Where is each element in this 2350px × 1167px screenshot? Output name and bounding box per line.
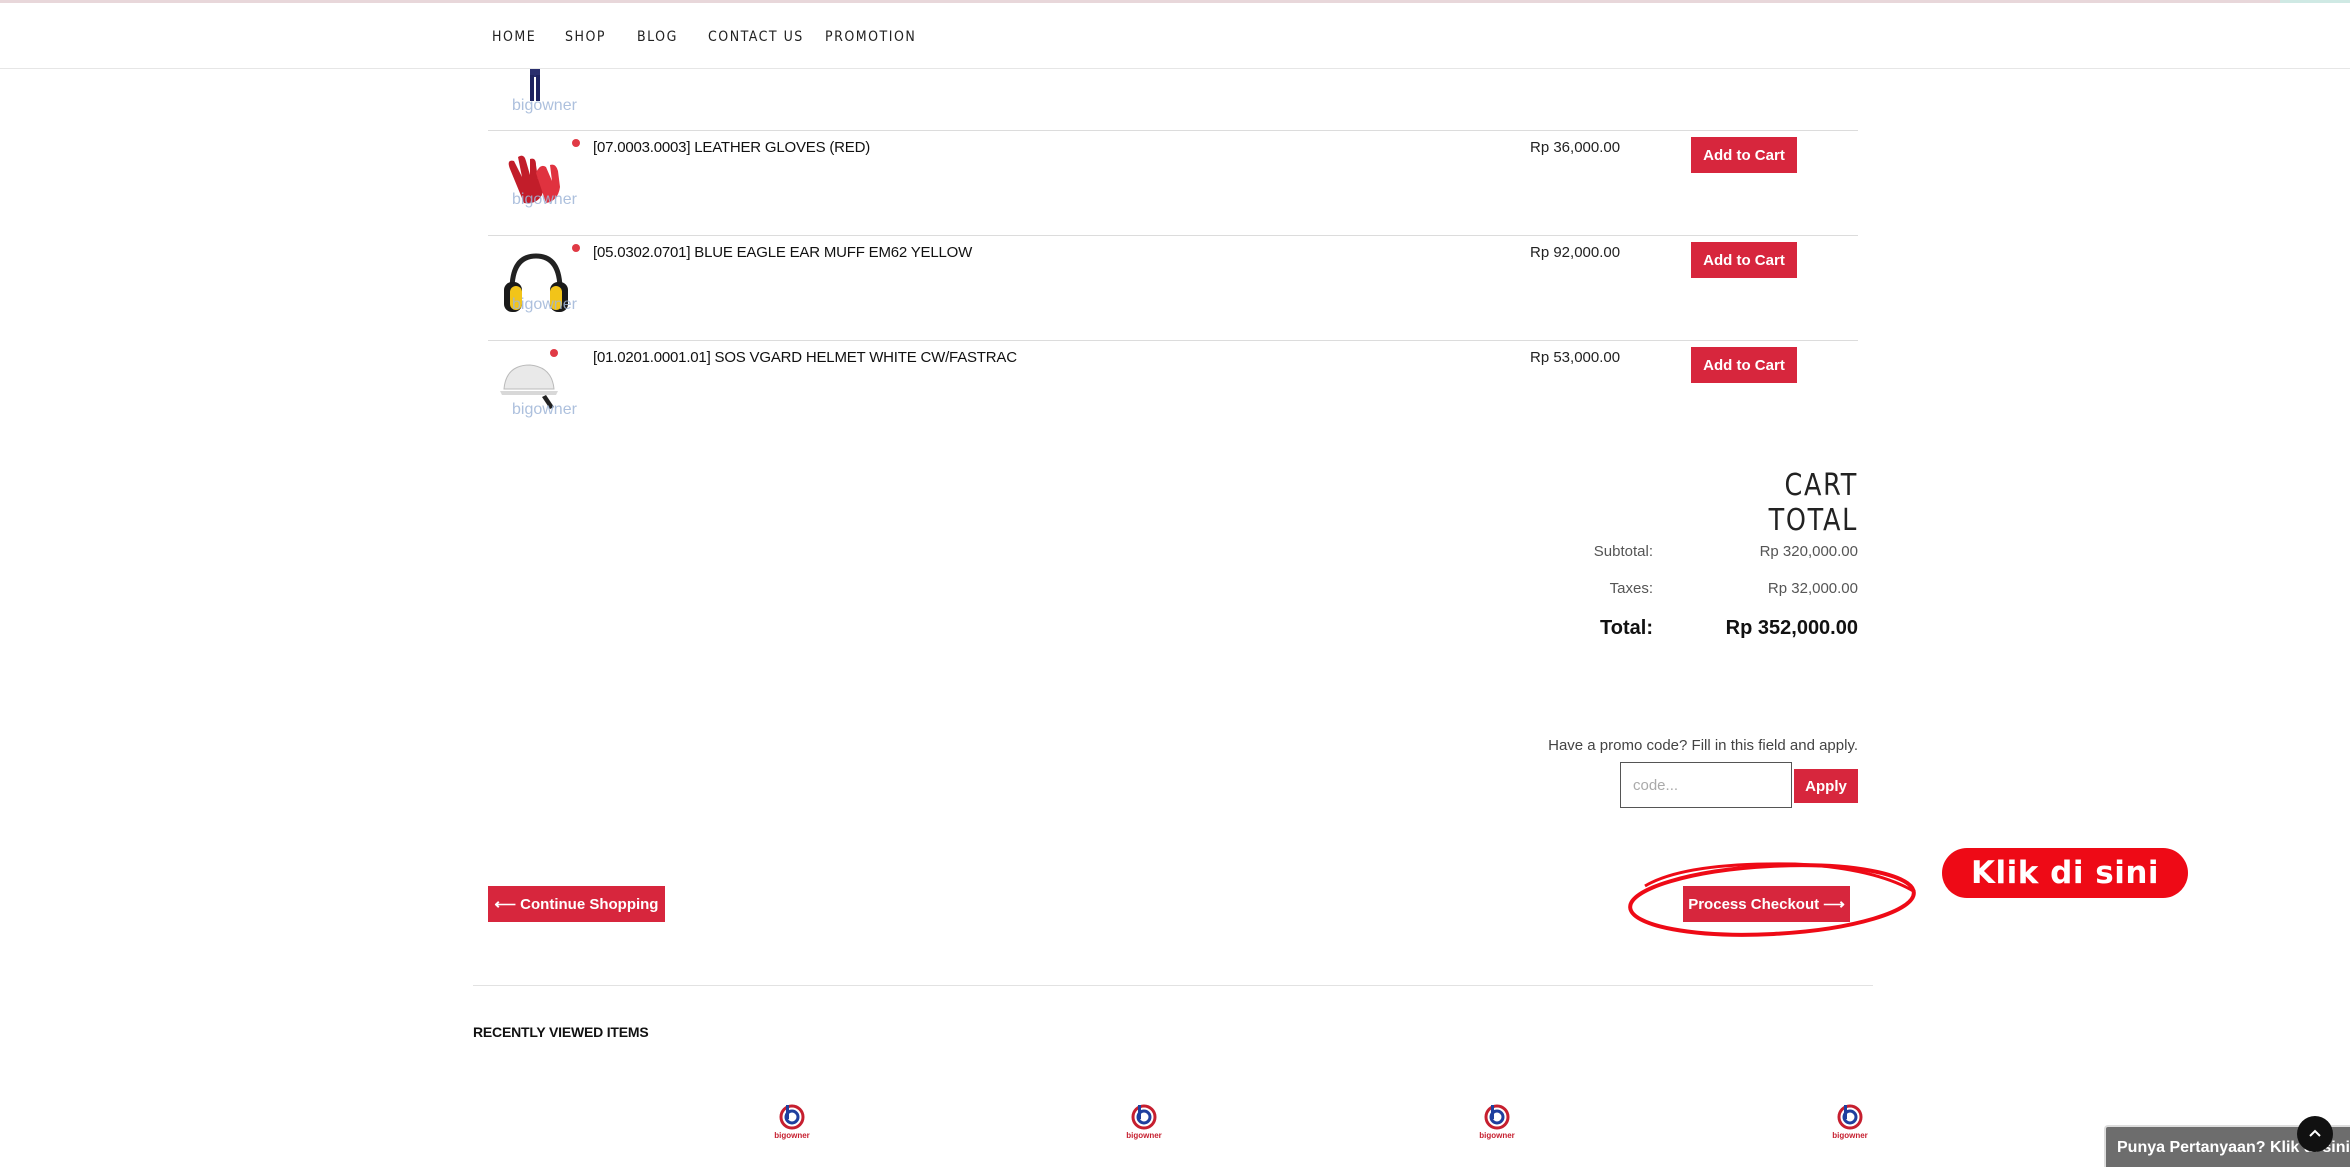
recent-item-logo[interactable]: bigowner xyxy=(1830,1103,1870,1143)
product-name[interactable]: [01.0201.0001.01] SOS VGARD HELMET WHITE… xyxy=(593,349,1017,366)
watermark-text: bigowner xyxy=(512,401,577,418)
nav-contact-us[interactable]: CONTACT US xyxy=(708,29,804,45)
ear-muff-image: bigowner xyxy=(496,244,577,330)
chevron-up-icon xyxy=(2309,1129,2321,1137)
logo-text: bigowner xyxy=(774,1131,810,1140)
main-navbar: HOME SHOP BLOG CONTACT US PROMOTION xyxy=(0,3,2350,69)
watermark-text: bigowner xyxy=(512,97,577,114)
process-checkout-button[interactable]: Process Checkout ⟶ xyxy=(1683,886,1850,922)
nav-promotion[interactable]: PROMOTION xyxy=(825,29,916,45)
product-row: bigowner [05.0302.0701] BLUE EAGLE EAR M… xyxy=(488,235,1858,340)
taxes-label: Taxes: xyxy=(1609,580,1653,597)
nav-blog[interactable]: BLOG xyxy=(637,29,678,45)
continue-shopping-button[interactable]: ⟵ Continue Shopping xyxy=(488,886,665,922)
subtotal-value: Rp 320,000.00 xyxy=(1759,543,1858,560)
cart-total-title: CART TOTAL xyxy=(1768,468,1858,538)
add-to-cart-button[interactable]: Add to Cart xyxy=(1691,347,1797,383)
product-name[interactable]: [07.0003.0003] LEATHER GLOVES (RED) xyxy=(593,139,870,156)
recently-viewed-title: RECENTLY VIEWED ITEMS xyxy=(473,1024,649,1040)
product-row: bigowner [01.0201.0001.01] SOS VGARD HEL… xyxy=(488,340,1858,445)
product-row: bigowner [07.0003.0003] LEATHER GLOVES (… xyxy=(488,130,1858,235)
watermark-text: bigowner xyxy=(512,296,577,313)
product-name[interactable]: [05.0302.0701] BLUE EAGLE EAR MUFF EM62 … xyxy=(593,244,972,261)
helmet-image: bigowner xyxy=(496,349,577,435)
total-value: Rp 352,000.00 xyxy=(1725,617,1858,639)
apply-promo-button[interactable]: Apply xyxy=(1794,769,1858,803)
total-label: Total: xyxy=(1600,617,1653,639)
red-gloves-image: bigowner xyxy=(496,139,577,225)
product-price: Rp 36,000.00 xyxy=(1530,139,1621,156)
badge-icon xyxy=(550,349,558,357)
subtotal-label: Subtotal: xyxy=(1593,543,1653,560)
product-price: Rp 92,000.00 xyxy=(1530,244,1621,261)
nav-shop[interactable]: SHOP xyxy=(565,29,606,45)
add-to-cart-button[interactable]: Add to Cart xyxy=(1691,137,1797,173)
recent-item-logo[interactable]: bigowner xyxy=(1124,1103,1164,1143)
promo-prompt: Have a promo code? Fill in this field an… xyxy=(1548,737,1858,754)
badge-icon xyxy=(572,139,580,147)
section-divider xyxy=(473,985,1873,986)
taxes-value: Rp 32,000.00 xyxy=(1767,580,1858,597)
logo-text: bigowner xyxy=(1832,1131,1868,1140)
scroll-to-top-button[interactable] xyxy=(2297,1116,2333,1152)
recent-item-logo[interactable]: bigowner xyxy=(1477,1103,1517,1143)
logo-text: bigowner xyxy=(1479,1131,1515,1140)
promo-code-input[interactable] xyxy=(1620,762,1792,808)
annotation-label: Klik di sini xyxy=(1942,848,2188,898)
badge-icon xyxy=(572,244,580,252)
nav-home[interactable]: HOME xyxy=(492,29,536,45)
recent-item-logo[interactable]: bigowner xyxy=(772,1103,812,1143)
product-price: Rp 53,000.00 xyxy=(1530,349,1621,366)
add-to-cart-button[interactable]: Add to Cart xyxy=(1691,242,1797,278)
watermark-text: bigowner xyxy=(512,191,577,208)
logo-text: bigowner xyxy=(1126,1131,1162,1140)
